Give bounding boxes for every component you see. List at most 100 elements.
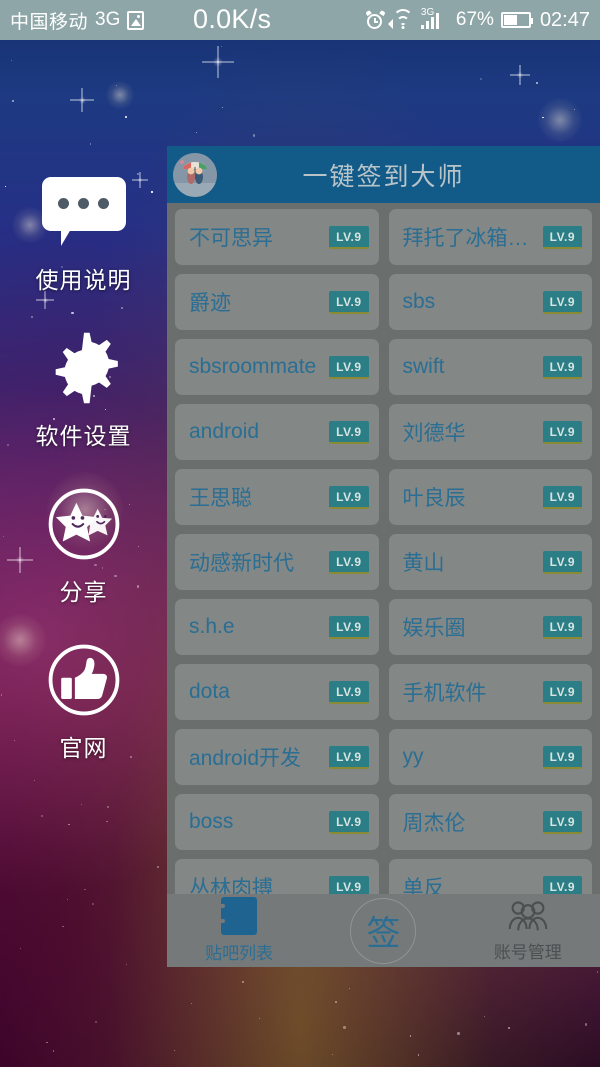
level-badge: LV.9 [329, 485, 369, 509]
forum-name: 周杰伦 [402, 812, 466, 835]
table-row: 不可思异 LV.9 拜托了冰箱中... LV.9 [167, 209, 600, 265]
list-item[interactable]: 黄山 LV.9 [388, 534, 592, 590]
forum-name: 黄山 [402, 552, 445, 575]
list-item[interactable]: 刘德华 LV.9 [388, 404, 592, 460]
list-item[interactable]: android开发 LV.9 [175, 729, 379, 785]
forum-name: 娱乐圈 [402, 617, 466, 640]
table-row: android开发 LV.9 yy LV.9 [167, 729, 600, 785]
status-bar-left: 中国移动 3G [10, 7, 145, 34]
nav-item-forum-list[interactable]: 贴吧列表 [167, 894, 311, 967]
list-item[interactable]: 爵迹 LV.9 [175, 274, 379, 330]
sign-in-button[interactable]: 签 [350, 897, 417, 964]
list-item[interactable]: 不可思异 LV.9 [175, 209, 379, 265]
table-row: 爵迹 LV.9 sbs LV.9 [167, 274, 600, 330]
forum-name: 动感新时代 [189, 552, 294, 575]
table-row: boss LV.9 周杰伦 LV.9 [167, 794, 600, 850]
speech-bubble-icon [41, 174, 126, 250]
level-badge: LV.9 [542, 225, 582, 249]
list-item[interactable]: 拜托了冰箱中... LV.9 [388, 209, 592, 265]
list-item[interactable]: android LV.9 [175, 404, 379, 460]
level-badge: LV.9 [329, 680, 369, 704]
list-item[interactable]: boss LV.9 [175, 794, 379, 850]
forum-name: dota [189, 680, 230, 703]
level-badge: LV.9 [542, 810, 582, 834]
level-badge: LV.9 [542, 680, 582, 704]
forum-name: swift [402, 355, 445, 378]
level-badge: LV.9 [542, 550, 582, 574]
status-bar: 中国移动 3G 0.0K/s 3G 67% 02:47 [0, 0, 600, 40]
nav-item-account-manage[interactable]: 账号管理 [456, 894, 600, 967]
cellular-signal-icon: 3G [420, 7, 449, 30]
battery-percent-label: 67% [455, 9, 494, 30]
list-item[interactable]: sbsroommate LV.9 [175, 339, 379, 395]
list-item[interactable]: 娱乐圈 LV.9 [388, 599, 592, 655]
forum-name: sbsroommate [189, 355, 317, 378]
list-item[interactable]: s.h.e LV.9 [175, 599, 379, 655]
level-badge: LV.9 [329, 355, 369, 379]
list-item[interactable]: 叶良辰 LV.9 [388, 469, 592, 525]
forum-name: 叶良辰 [402, 487, 466, 510]
table-row: android LV.9 刘德华 LV.9 [167, 404, 600, 460]
sim-card-icon [127, 10, 145, 30]
list-item[interactable]: 周杰伦 LV.9 [388, 794, 592, 850]
forum-name: yy [402, 745, 424, 768]
list-item[interactable]: swift LV.9 [388, 339, 592, 395]
list-item[interactable]: 单反 LV.9 [388, 859, 592, 894]
list-item[interactable]: 丛林肉搏 LV.9 [175, 859, 379, 894]
app-title: 一键签到大师 [302, 162, 465, 191]
network-type-label: 3G [95, 9, 121, 30]
network-speed-label: 0.0K/s [193, 4, 272, 34]
forum-name: s.h.e [189, 615, 235, 638]
carrier-label: 中国移动 [10, 11, 89, 33]
account-manage-icon [507, 898, 549, 934]
table-row: 王思聪 LV.9 叶良辰 LV.9 [167, 469, 600, 525]
table-row: 动感新时代 LV.9 黄山 LV.9 [167, 534, 600, 590]
forum-name: 拜托了冰箱中... [402, 227, 535, 250]
bottom-nav: 贴吧列表 签 账号管理 [167, 894, 600, 967]
thumbs-up-icon [42, 642, 126, 718]
app-window: 一键签到大师 不可思异 LV.9 拜托了冰箱中... LV.9 爵迹 LV.9 sbs LV.… [167, 146, 600, 967]
list-item[interactable]: sbs LV.9 [388, 274, 592, 330]
level-badge: LV.9 [542, 875, 582, 894]
level-badge: LV.9 [329, 745, 369, 769]
list-item[interactable]: 王思聪 LV.9 [175, 469, 379, 525]
forum-name: 不可思异 [189, 227, 273, 250]
list-item[interactable]: 手机软件 LV.9 [388, 664, 592, 720]
wifi-icon [387, 8, 414, 29]
menu-item-settings[interactable]: 软件设置 [0, 330, 167, 451]
forum-name: sbs [402, 290, 436, 313]
menu-item-label: 软件设置 [35, 422, 132, 449]
level-badge: LV.9 [542, 290, 582, 314]
nav-item-label: 贴吧列表 [205, 944, 274, 963]
menu-item-label: 官网 [59, 734, 108, 761]
level-badge: LV.9 [542, 615, 582, 639]
menu-item-official-site[interactable]: 官网 [0, 642, 167, 763]
list-item[interactable]: dota LV.9 [175, 664, 379, 720]
book-list-icon [216, 897, 258, 935]
table-row: 丛林肉搏 LV.9 单反 LV.9 [167, 859, 600, 894]
avatar[interactable] [173, 152, 217, 197]
share-stars-icon [42, 486, 126, 562]
list-item[interactable]: yy LV.9 [388, 729, 592, 785]
forum-list[interactable]: 不可思异 LV.9 拜托了冰箱中... LV.9 爵迹 LV.9 sbs LV.9 sbsroo… [167, 203, 600, 894]
level-badge: LV.9 [329, 550, 369, 574]
menu-item-label: 使用说明 [35, 266, 132, 293]
menu-item-instructions[interactable]: 使用说明 [0, 174, 167, 295]
level-badge: LV.9 [329, 225, 369, 249]
level-badge: LV.9 [329, 810, 369, 834]
level-badge: LV.9 [542, 485, 582, 509]
table-row: sbsroommate LV.9 swift LV.9 [167, 339, 600, 395]
nav-item-sign-in[interactable]: 签 [311, 894, 455, 967]
menu-item-share[interactable]: 分享 [0, 486, 167, 607]
level-badge: LV.9 [329, 290, 369, 314]
forum-name: 王思聪 [189, 487, 252, 510]
list-item[interactable]: 动感新时代 LV.9 [175, 534, 379, 590]
forum-name: 单反 [402, 877, 445, 894]
status-bar-right: 3G 67% 02:47 [365, 7, 590, 32]
forum-name: 爵迹 [189, 292, 231, 315]
forum-name: 刘德华 [402, 422, 466, 445]
table-row: s.h.e LV.9 娱乐圈 LV.9 [167, 599, 600, 655]
level-badge: LV.9 [542, 355, 582, 379]
forum-name: boss [189, 810, 234, 833]
gear-icon [42, 330, 126, 406]
